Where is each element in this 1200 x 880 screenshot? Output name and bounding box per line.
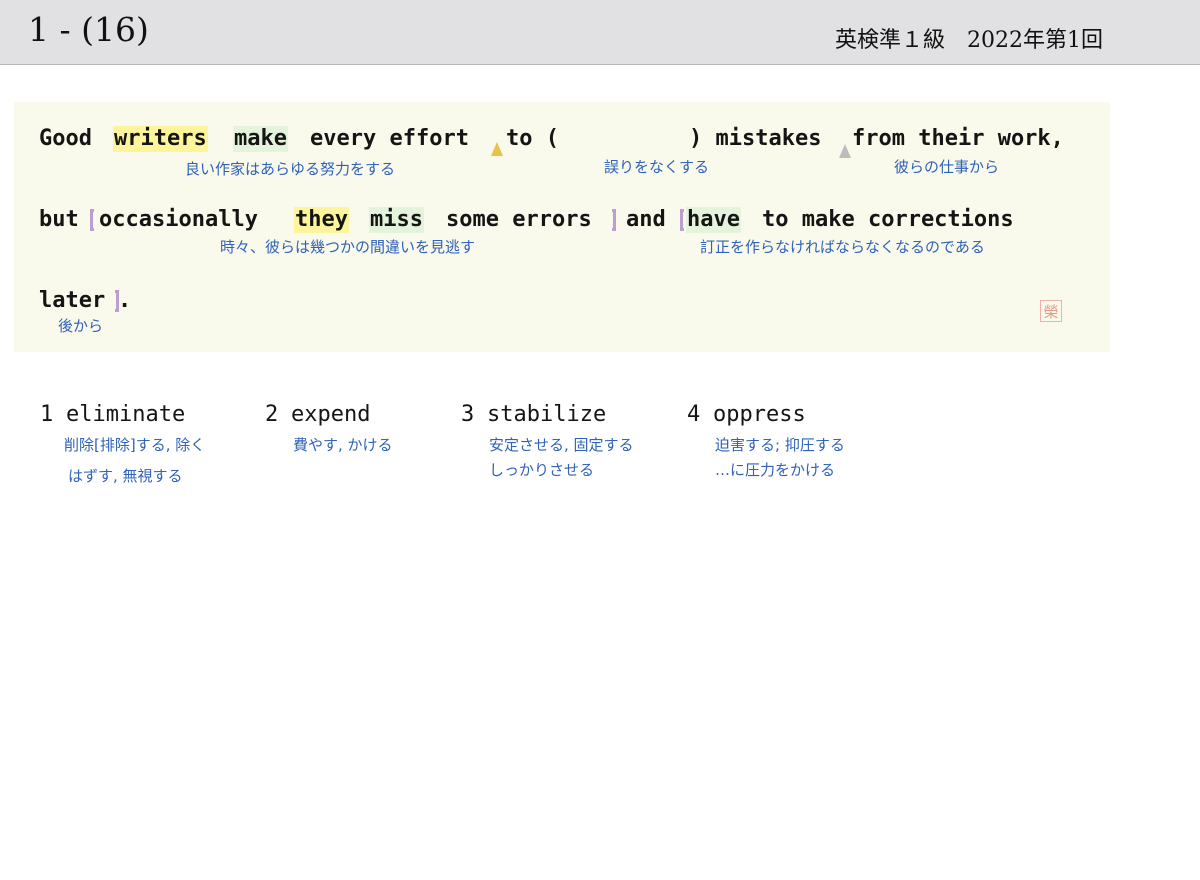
choice-number: 3 (461, 402, 475, 427)
word-they: they (294, 207, 349, 233)
choice-2[interactable]: 2 expend (265, 402, 370, 427)
choice-4[interactable]: 4 oppress (687, 402, 806, 427)
gloss-line1-blank: 誤りをなくする (604, 158, 710, 176)
choice-word: eliminate (66, 402, 186, 427)
word-good: Good (39, 126, 92, 151)
gloss-line1-from-work: 彼らの仕事から (894, 158, 1000, 176)
choice-1-meaning: 削除[排除]する, 除く (64, 436, 206, 454)
choice-3-meaning: しっかりさせる (489, 461, 595, 479)
word-later: later (39, 288, 106, 313)
word-period: . (118, 288, 132, 313)
choice-4-meaning: …に圧力をかける (715, 461, 836, 479)
header-bar: 1 - (16) 英検準１級 2022年第1回 (0, 0, 1200, 65)
choice-word: oppress (713, 402, 806, 427)
choice-1[interactable]: 1 eliminate (40, 402, 185, 427)
word-make: make (233, 126, 288, 152)
word-close-paren-mistakes: ) mistakes (689, 126, 822, 151)
word-have: have (686, 207, 741, 233)
bracket-open (90, 209, 94, 231)
passage-panel: Good writers make every effort to ( ) mi… (14, 102, 1110, 352)
word-to-make-corrections: to make corrections (762, 207, 1014, 232)
gloss-line2-occasionally: 時々、彼らは幾つかの間違いを見逃す (220, 238, 476, 256)
triangle-marker-icon (491, 142, 503, 156)
word-from-their-work: from their work, (852, 126, 1064, 151)
word-some-errors: some errors (446, 207, 592, 232)
gloss-line3-later: 後から (58, 317, 104, 335)
word-writers: writers (113, 126, 208, 152)
exam-title: 英検準１級 2022年第1回 (835, 28, 1103, 53)
word-every-effort: every effort (310, 126, 469, 151)
seal-stamp-icon: 榮 (1040, 300, 1062, 322)
choice-number: 2 (265, 402, 279, 427)
choice-3[interactable]: 3 stabilize (461, 402, 606, 427)
choice-number: 1 (40, 402, 54, 427)
gloss-line2-corrections: 訂正を作らなければならなくなるのである (700, 238, 985, 256)
choice-word: stabilize (487, 402, 607, 427)
choice-2-meaning: 費やす, かける (293, 436, 393, 454)
word-but: but (39, 207, 79, 232)
word-occasionally: occasionally (99, 207, 258, 232)
word-miss: miss (369, 207, 424, 233)
choice-4-meaning: 迫害する; 抑圧する (715, 436, 845, 454)
choice-word: expend (291, 402, 371, 427)
choice-number: 4 (687, 402, 701, 427)
choice-1-meaning: はずす, 無視する (68, 467, 183, 485)
bracket-open (680, 209, 684, 231)
word-and: and (626, 207, 666, 232)
question-number: 1 - (16) (28, 10, 149, 49)
choice-3-meaning: 安定させる, 固定する (489, 436, 634, 454)
word-to-open-paren: to ( (506, 126, 559, 151)
bracket-close (612, 209, 616, 231)
triangle-marker-icon (839, 144, 851, 158)
gloss-line1-subject: 良い作家はあらゆる努力をする (185, 160, 396, 178)
